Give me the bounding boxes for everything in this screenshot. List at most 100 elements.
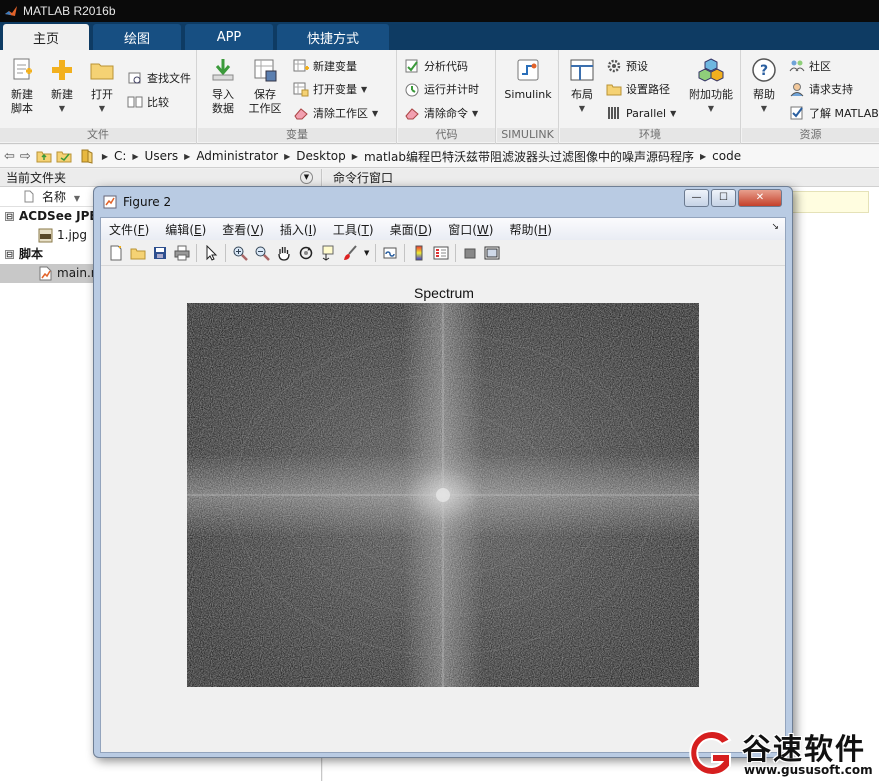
rotate-3d-button[interactable] [295, 242, 317, 264]
chevron-down-icon[interactable]: ▼ [364, 249, 369, 257]
request-support-button[interactable]: 请求支持 [789, 79, 853, 99]
chevron-down-icon[interactable]: ▼ [361, 85, 367, 94]
colorbar-icon [415, 245, 423, 260]
browse-folder-icon[interactable] [56, 149, 72, 163]
minimize-button[interactable]: — [684, 189, 709, 207]
zoom-in-icon [233, 246, 248, 261]
up-folder-icon[interactable] [36, 149, 52, 163]
analyze-code-button[interactable]: 分析代码 [404, 56, 468, 76]
ribbon-group-resources: ? 帮助 ▼ 社区 请求支持 了解 MATLAB 资源 [742, 50, 879, 144]
ribbon-group-code: 分析代码 运行并计时 清除命令 ▼ 代码 [398, 50, 496, 144]
breadcrumb-item[interactable]: matlab编程巴特沃兹带阻滤波器头过滤图像中的噪声源码程序 [364, 148, 694, 165]
menu-edit[interactable]: 编辑(E) [165, 221, 206, 238]
breadcrumb-item[interactable]: Desktop [296, 149, 346, 163]
insert-legend-button[interactable] [430, 242, 452, 264]
hide-plot-tools-button[interactable] [459, 242, 481, 264]
new-figure-button[interactable] [105, 242, 127, 264]
tab-plots[interactable]: 绘图 [93, 24, 181, 50]
menu-file[interactable]: 文件(F) [109, 221, 149, 238]
clear-commands-button[interactable]: 清除命令 ▼ [404, 103, 478, 123]
new-script-button[interactable]: 新建 脚本 [2, 56, 42, 116]
compare-icon [127, 96, 143, 108]
menu-help[interactable]: 帮助(H) [509, 221, 551, 238]
chevron-down-icon[interactable]: ▼ [372, 109, 378, 118]
sort-arrow-icon[interactable]: ▼ [74, 194, 80, 203]
chevron-down-icon[interactable]: ▼ [472, 109, 478, 118]
collapse-icon[interactable]: ⊟ [5, 212, 14, 221]
new-variable-button[interactable]: 新建变量 [293, 56, 357, 76]
breadcrumb-item[interactable]: C: [114, 149, 126, 163]
menu-desktop[interactable]: 桌面(D) [390, 221, 433, 238]
breadcrumb-item[interactable]: Administrator [196, 149, 278, 163]
parallel-button[interactable]: Parallel ▼ [606, 103, 676, 123]
import-data-button[interactable]: 导入 数据 [203, 56, 243, 116]
clear-workspace-button[interactable]: 清除工作区 ▼ [293, 103, 378, 123]
plus-icon [52, 60, 72, 80]
menu-insert[interactable]: 插入(I) [280, 221, 317, 238]
chevron-down-icon[interactable]: ▼ [670, 109, 676, 118]
app-title: MATLAB R2016b [23, 4, 116, 18]
forward-arrow-icon[interactable]: ⇨ [20, 149, 31, 164]
svg-text:?: ? [760, 63, 768, 79]
save-figure-button[interactable] [149, 242, 171, 264]
print-figure-button[interactable] [171, 242, 193, 264]
back-arrow-icon[interactable]: ⇦ [4, 149, 15, 164]
tab-apps[interactable]: APP [185, 24, 273, 50]
menu-window[interactable]: 窗口(W) [448, 221, 493, 238]
eraser-icon [405, 108, 419, 120]
learn-matlab-button[interactable]: 了解 MATLAB [789, 103, 879, 123]
open-file-button[interactable] [127, 242, 149, 264]
new-button[interactable]: 新建 ▼ [42, 56, 82, 116]
insert-colorbar-button[interactable] [408, 242, 430, 264]
edit-plot-button[interactable] [200, 242, 222, 264]
address-bar: ⇦ ⇨ ▶ C: ▶ Users ▶ Administrator ▶ Deskt… [0, 145, 879, 168]
crumb-separator-icon: ▶ [284, 151, 291, 161]
layout-button[interactable]: 布局 ▼ [562, 56, 602, 116]
ribbon-group-label: 文件 [0, 128, 196, 142]
panel-title: 命令行窗口 [323, 169, 879, 187]
help-button[interactable]: ? 帮助 ▼ [744, 56, 784, 116]
simulink-button[interactable]: Simulink [501, 56, 555, 102]
community-button[interactable]: 社区 [789, 56, 831, 76]
zoom-in-button[interactable] [229, 242, 251, 264]
data-cursor-button[interactable] [317, 242, 339, 264]
panel-title: 当前文件夹 ▼ [0, 169, 321, 187]
plot-title: Spectrum [414, 285, 474, 301]
set-path-button[interactable]: 设置路径 [606, 79, 670, 99]
show-plot-tools-button[interactable] [481, 242, 503, 264]
toolbar-separator [404, 243, 406, 262]
show-tools-icon [484, 246, 500, 259]
print-icon [174, 245, 190, 260]
data-cursor-icon [322, 245, 334, 261]
link-plot-button[interactable] [379, 242, 401, 264]
save-icon [154, 246, 166, 259]
run-and-time-button[interactable]: 运行并计时 [404, 79, 479, 99]
panel-menu-icon[interactable]: ▼ [300, 171, 313, 184]
eraser-icon [294, 108, 308, 120]
menu-tools[interactable]: 工具(T) [333, 221, 374, 238]
support-icon [790, 83, 804, 97]
menu-view[interactable]: 查看(V) [222, 221, 264, 238]
open-variable-button[interactable]: 打开变量 ▼ [293, 79, 367, 99]
brush-button[interactable] [339, 242, 361, 264]
collapse-icon[interactable]: ⊟ [5, 250, 14, 259]
find-files-button[interactable]: 查找文件 [127, 68, 191, 88]
breadcrumb-item[interactable]: Users [145, 149, 179, 163]
dock-arrow-icon[interactable]: ↘ [771, 222, 779, 232]
breadcrumb-item[interactable]: code [712, 149, 741, 163]
addons-button[interactable]: 附加功能 ▼ [686, 56, 736, 116]
spectrum-image[interactable] [187, 303, 699, 687]
maximize-button[interactable]: ☐ [711, 189, 736, 207]
tab-shortcuts[interactable]: 快捷方式 [277, 24, 389, 50]
layout-icon [570, 59, 594, 81]
close-button[interactable]: ✕ [738, 189, 782, 207]
zoom-out-button[interactable] [251, 242, 273, 264]
preferences-button[interactable]: 预设 [606, 56, 648, 76]
ribbon-group-label: 代码 [398, 128, 495, 142]
import-data-icon [212, 59, 234, 81]
save-workspace-button[interactable]: 保存 工作区 [245, 56, 285, 116]
open-button[interactable]: 打开 ▼ [82, 56, 122, 116]
compare-button[interactable]: 比较 [127, 92, 169, 112]
tab-home[interactable]: 主页 [3, 24, 89, 50]
pan-button[interactable] [273, 242, 295, 264]
